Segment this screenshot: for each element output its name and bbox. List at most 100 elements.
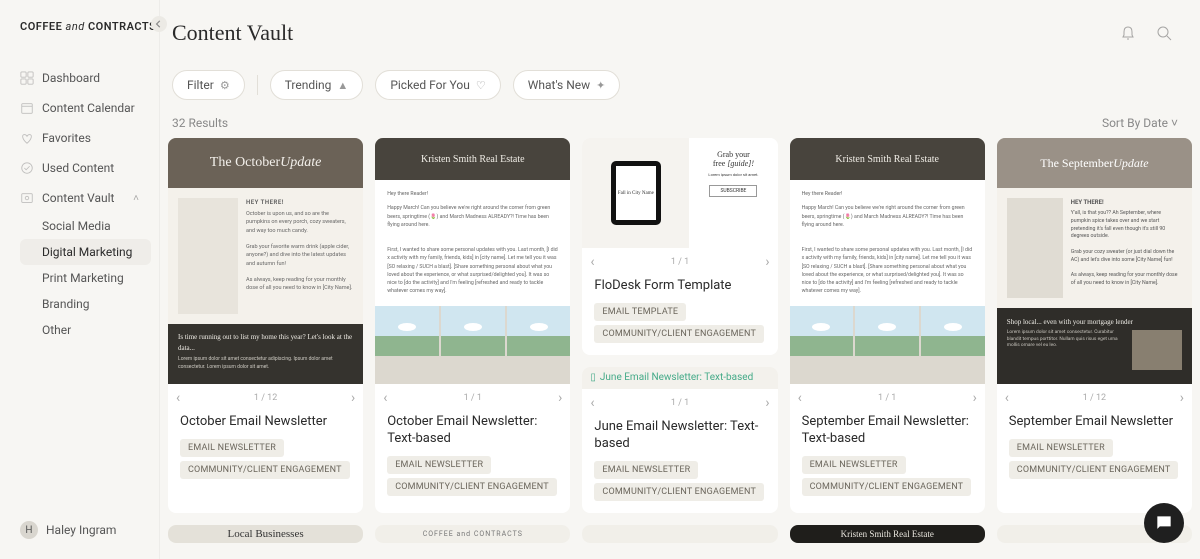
dashboard-icon: [20, 71, 34, 85]
carousel-page: 1 / 12: [254, 393, 277, 403]
search-icon[interactable]: [1156, 25, 1172, 41]
card-stack: Fall in City Name Grab yourfree [guide]!…: [582, 138, 777, 513]
broken-image-icon: ▯: [590, 372, 596, 383]
user-profile[interactable]: H Haley Ingram: [8, 515, 151, 545]
tag[interactable]: COMMUNITY/CLIENT ENGAGEMENT: [594, 325, 764, 343]
header: Content Vault: [160, 0, 1200, 54]
flame-icon: ▲: [337, 79, 348, 92]
card-thumbnail: Kristen Smith Real Estate: [790, 525, 985, 543]
card-thumbnail: COFFEE and CONTRACTS: [375, 525, 570, 543]
card-thumbnail: The October Update HEY THERE! October is…: [168, 138, 363, 384]
tag[interactable]: EMAIL NEWSLETTER: [594, 461, 698, 479]
card-row2-4[interactable]: Kristen Smith Real Estate: [790, 525, 985, 543]
tag[interactable]: EMAIL NEWSLETTER: [802, 456, 906, 474]
tag[interactable]: COMMUNITY/CLIENT ENGAGEMENT: [180, 461, 350, 479]
calendar-icon: [20, 101, 34, 115]
thumb-banner: The October Update: [168, 138, 363, 188]
carousel-controls: ‹ 1 / 1 ›: [375, 384, 570, 412]
carousel-page: 1 / 1: [671, 257, 689, 267]
heart-icon: [20, 131, 34, 145]
carousel-next[interactable]: ›: [1180, 390, 1184, 406]
tag[interactable]: COMMUNITY/CLIENT ENGAGEMENT: [387, 478, 557, 496]
card-row2-2[interactable]: COFFEE and CONTRACTS: [375, 525, 570, 543]
page-title: Content Vault: [172, 20, 293, 46]
sort-dropdown[interactable]: Sort By Date ˅: [1102, 116, 1178, 130]
nav-used-content[interactable]: Used Content: [8, 153, 151, 183]
card-thumbnail: The September Update HEY THERE! Y'all, i…: [997, 138, 1192, 384]
tag[interactable]: EMAIL TEMPLATE: [594, 303, 686, 321]
carousel-prev[interactable]: ‹: [590, 395, 594, 411]
tag[interactable]: COMMUNITY/CLIENT ENGAGEMENT: [1009, 461, 1179, 479]
card-october-text[interactable]: Kristen Smith Real Estate Hey there Read…: [375, 138, 570, 513]
nav-content-vault-sub: Social Media Digital Marketing Print Mar…: [8, 213, 151, 343]
carousel-page: 1 / 12: [1083, 393, 1106, 403]
bell-icon[interactable]: [1120, 25, 1136, 41]
nav-content-vault[interactable]: Content Vault ˄: [8, 183, 151, 213]
card-thumbnail: Local Businesses: [168, 525, 363, 543]
tag[interactable]: COMMUNITY/CLIENT ENGAGEMENT: [802, 478, 972, 496]
nav-digital-marketing[interactable]: Digital Marketing: [20, 239, 151, 265]
card-thumbnail: Fall in City Name Grab yourfree [guide]!…: [582, 138, 777, 248]
carousel-page: 1 / 1: [464, 393, 482, 403]
carousel-next[interactable]: ›: [558, 390, 562, 406]
card-tags: EMAIL NEWSLETTER COMMUNITY/CLIENT ENGAGE…: [582, 461, 777, 513]
card-local-businesses[interactable]: Local Businesses: [168, 525, 363, 543]
tag[interactable]: EMAIL NEWSLETTER: [1009, 439, 1113, 457]
results-count: 32 Results: [172, 116, 228, 130]
filter-bar: Filter ⚙ Trending ▲ Picked For You ♡ Wha…: [160, 54, 1200, 108]
carousel-next[interactable]: ›: [765, 254, 769, 270]
results-row: 32 Results Sort By Date ˅: [160, 108, 1200, 138]
sidebar-collapse-button[interactable]: [151, 16, 167, 32]
card-title: October Email Newsletter: Text-based: [375, 412, 570, 456]
card-tags: EMAIL TEMPLATE COMMUNITY/CLIENT ENGAGEME…: [582, 303, 777, 355]
carousel-prev[interactable]: ‹: [1005, 390, 1009, 406]
header-actions: [1120, 25, 1172, 41]
carousel-prev[interactable]: ‹: [590, 254, 594, 270]
carousel-next[interactable]: ›: [351, 390, 355, 406]
thumb-photo: [1007, 198, 1063, 298]
trending-pill[interactable]: Trending ▲: [270, 70, 364, 100]
card-october-newsletter[interactable]: The October Update HEY THERE! October is…: [168, 138, 363, 513]
nav-content-calendar[interactable]: Content Calendar: [8, 93, 151, 123]
check-circle-icon: [20, 161, 34, 175]
carousel-prev[interactable]: ‹: [383, 390, 387, 406]
card-title: FloDesk Form Template: [582, 276, 777, 303]
card-thumbnail: [582, 525, 777, 543]
content-grid: The October Update HEY THERE! October is…: [160, 138, 1200, 559]
sidebar: COFFEE and CONTRACTS Dashboard Content C…: [0, 0, 160, 559]
card-june-text[interactable]: ▯ June Email Newsletter: Text-based ‹ 1 …: [582, 367, 777, 513]
sliders-icon: ⚙: [220, 79, 230, 92]
carousel-next[interactable]: ›: [973, 390, 977, 406]
carousel-next[interactable]: ›: [765, 395, 769, 411]
carousel-prev[interactable]: ‹: [798, 390, 802, 406]
chat-button[interactable]: [1144, 503, 1184, 543]
carousel-prev[interactable]: ‹: [176, 390, 180, 406]
picked-pill[interactable]: Picked For You ♡: [375, 70, 500, 100]
sidebar-nav: Dashboard Content Calendar Favorites Use…: [8, 63, 151, 343]
chat-icon: [1154, 513, 1174, 533]
card-september-newsletter[interactable]: The September Update HEY THERE! Y'all, i…: [997, 138, 1192, 513]
tag[interactable]: COMMUNITY/CLIENT ENGAGEMENT: [594, 483, 764, 501]
chevron-up-icon: ˄: [133, 193, 139, 204]
nav-branding[interactable]: Branding: [20, 291, 151, 317]
tag[interactable]: EMAIL NEWSLETTER: [387, 456, 491, 474]
tag[interactable]: EMAIL NEWSLETTER: [180, 439, 284, 457]
filter-button[interactable]: Filter ⚙: [172, 70, 245, 100]
nav-dashboard[interactable]: Dashboard: [8, 63, 151, 93]
card-flodesk[interactable]: Fall in City Name Grab yourfree [guide]!…: [582, 138, 777, 355]
carousel-controls: ‹ 1 / 12 ›: [997, 384, 1192, 412]
carousel-controls: ‹ 1 / 12 ›: [168, 384, 363, 412]
card-title: June Email Newsletter: Text-based: [582, 417, 777, 461]
nav-social-media[interactable]: Social Media: [20, 213, 151, 239]
chevron-down-icon: ˅: [1171, 116, 1178, 130]
brand-logo[interactable]: COFFEE and CONTRACTS: [8, 20, 151, 47]
card-thumbnail: Kristen Smith Real Estate Hey there Read…: [375, 138, 570, 384]
card-row2-3[interactable]: [582, 525, 777, 543]
nav-favorites[interactable]: Favorites: [8, 123, 151, 153]
carousel-controls: ‹ 1 / 1 ›: [582, 248, 777, 276]
card-thumbnail: Kristen Smith Real Estate Hey there Read…: [790, 138, 985, 384]
card-september-text[interactable]: Kristen Smith Real Estate Hey there Read…: [790, 138, 985, 513]
nav-other[interactable]: Other: [20, 317, 151, 343]
whatsnew-pill[interactable]: What's New ✦: [513, 70, 621, 100]
nav-print-marketing[interactable]: Print Marketing: [20, 265, 151, 291]
